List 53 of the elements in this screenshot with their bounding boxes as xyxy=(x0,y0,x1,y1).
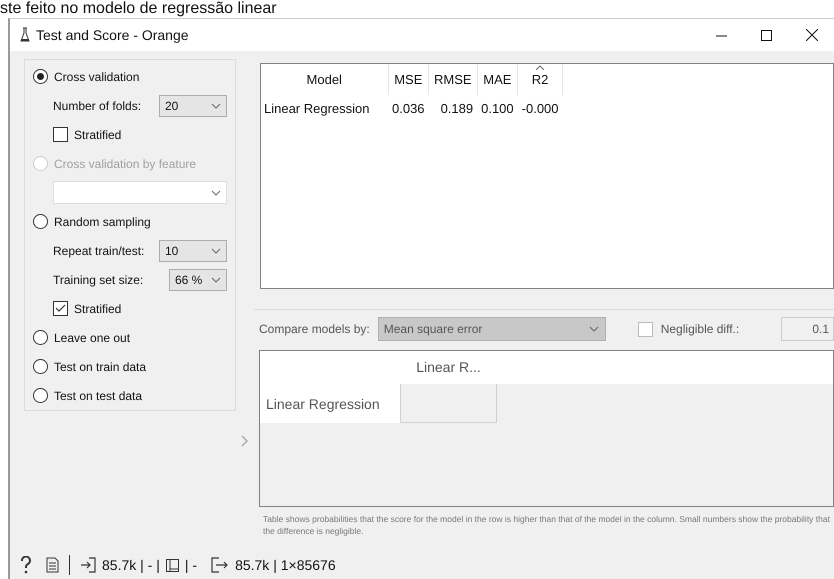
table-cell: 0.189 xyxy=(428,95,478,123)
output-summary: 85.7k | 1×85676 xyxy=(235,556,336,575)
radio-button[interactable] xyxy=(33,330,48,345)
checkbox-label: Stratified xyxy=(74,300,122,318)
table-cell: 0.036 xyxy=(388,95,429,123)
close-icon xyxy=(806,29,818,41)
flask-icon xyxy=(20,27,30,43)
window-title: Test and Score - Orange xyxy=(36,26,189,45)
table-icon xyxy=(166,558,179,572)
table-cell: Linear Regression xyxy=(261,95,388,123)
checkbox[interactable] xyxy=(53,127,68,142)
maximize-icon xyxy=(761,30,772,40)
radio-button[interactable] xyxy=(33,69,48,84)
radio-button[interactable] xyxy=(33,214,48,229)
checkbox[interactable] xyxy=(53,301,68,316)
radio-label: Test on test data xyxy=(54,388,142,404)
compare-label: Compare models by: xyxy=(259,321,370,338)
radio-label: Random sampling xyxy=(54,214,151,230)
column-header[interactable]: MAE xyxy=(477,64,518,95)
checkbox-label: Stratified xyxy=(74,126,122,144)
dropdown[interactable]: 66 % xyxy=(169,268,227,290)
radio-button[interactable] xyxy=(33,359,48,374)
radio-label: Leave one out xyxy=(54,330,130,346)
document-icon[interactable] xyxy=(46,557,59,573)
sort-indicator-icon xyxy=(535,65,546,70)
column-header[interactable]: RMSE xyxy=(428,64,478,95)
caret-icon xyxy=(588,326,599,332)
caption-text: ste feito no modelo de regressão linear xyxy=(0,0,278,18)
caret-icon xyxy=(211,102,221,108)
negligible-label: Negligible diff.: xyxy=(660,321,740,338)
output-icon xyxy=(211,557,230,573)
dropdown[interactable]: 20 xyxy=(159,94,227,116)
radio-button[interactable] xyxy=(33,388,48,403)
table-note: Table shows probabilities that the score for the model in the row is higher than that of the model in the column. Small numbers show the probability that the difference is negligible. xyxy=(262,513,831,537)
input-summary: 85.7k | - | xyxy=(102,556,160,575)
radio-label: Cross validation xyxy=(54,68,140,86)
field-label: Number of folds: xyxy=(53,98,142,114)
help-icon[interactable] xyxy=(20,556,32,574)
caret-icon xyxy=(211,248,221,254)
column-header[interactable]: Model xyxy=(261,64,388,95)
radio-label: Cross validation by feature xyxy=(54,156,196,172)
radio-label: Test on train data xyxy=(54,358,146,376)
input-icon xyxy=(80,557,96,573)
field-label: Repeat train/test: xyxy=(53,242,144,260)
field-label: Training set size: xyxy=(53,272,144,288)
caret-icon xyxy=(211,276,221,282)
table-cell: -0.000 xyxy=(518,95,563,123)
caret-icon xyxy=(211,190,221,196)
column-header[interactable]: R2 xyxy=(518,64,563,95)
dropdown[interactable]: 10 xyxy=(159,240,227,262)
column-header[interactable]: MSE xyxy=(388,64,429,95)
table-cell: 0.100 xyxy=(477,95,518,123)
summary-text: | - xyxy=(184,556,198,575)
